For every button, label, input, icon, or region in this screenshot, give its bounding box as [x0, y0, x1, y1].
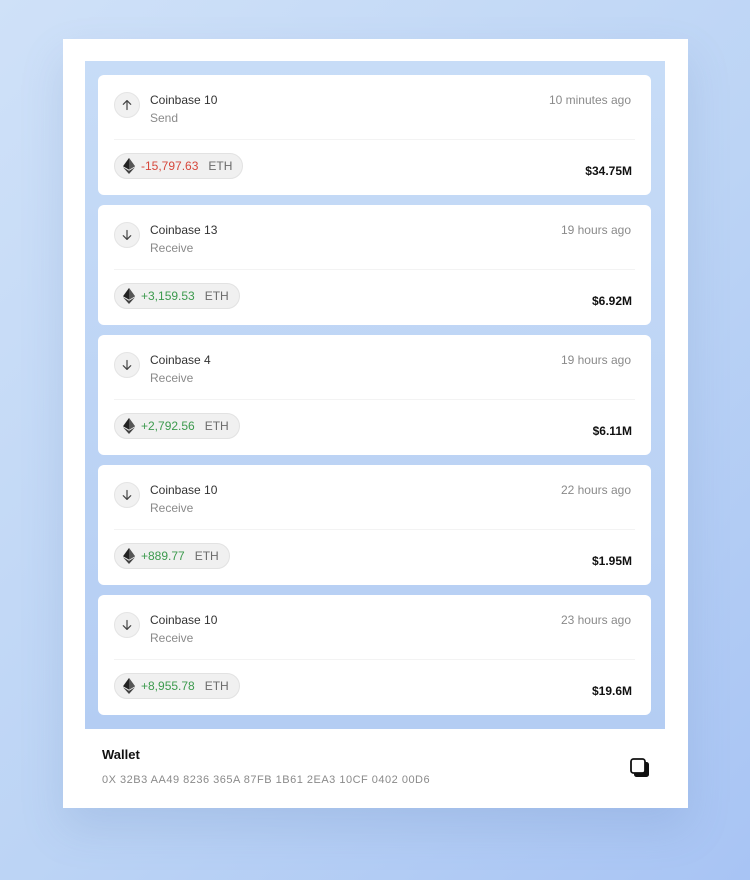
- usd-value: $6.92M: [591, 294, 632, 308]
- token-amount: +8,955.78: [141, 679, 195, 693]
- usd-value: $19.6M: [591, 684, 632, 698]
- transaction-counterparty: Coinbase 13: [150, 223, 218, 237]
- divider: [114, 139, 635, 140]
- token-amount-pill: +3,159.53 ETH: [114, 283, 240, 309]
- token-unit: ETH: [204, 289, 229, 303]
- arrow-down-icon: [114, 612, 140, 638]
- transaction-time: 19 hours ago: [560, 223, 631, 237]
- token-amount: -15,797.63: [141, 159, 199, 173]
- transaction-time: 23 hours ago: [560, 613, 631, 627]
- divider: [114, 529, 635, 530]
- transaction-card[interactable]: Coinbase 10 Receive 23 hours ago +8,955.…: [98, 595, 651, 715]
- transaction-counterparty: Coinbase 4: [150, 353, 211, 367]
- transaction-type: Receive: [150, 631, 194, 645]
- divider: [114, 399, 635, 400]
- arrow-up-icon: [114, 92, 140, 118]
- ethereum-icon: [123, 158, 135, 174]
- wallet-section: Wallet 0X 32B3 AA49 8236 365A 87FB 1B61 …: [102, 747, 651, 803]
- token-amount-pill: +2,792.56 ETH: [114, 413, 240, 439]
- transaction-feed: Coinbase 10 Send 10 minutes ago -15,797.…: [85, 61, 665, 729]
- wallet-address: 0X 32B3 AA49 8236 365A 87FB 1B61 2EA3 10…: [102, 774, 431, 786]
- transaction-time: 19 hours ago: [560, 353, 631, 367]
- transaction-counterparty: Coinbase 10: [150, 613, 218, 627]
- token-unit: ETH: [208, 159, 233, 173]
- usd-value: $1.95M: [591, 554, 632, 568]
- ethereum-icon: [123, 288, 135, 304]
- arrow-down-icon: [114, 352, 140, 378]
- token-amount: +3,159.53: [141, 289, 195, 303]
- ethereum-icon: [123, 678, 135, 694]
- transaction-counterparty: Coinbase 10: [150, 93, 218, 107]
- wallet-title: Wallet: [102, 747, 140, 762]
- copy-icon[interactable]: [629, 757, 651, 779]
- divider: [114, 659, 635, 660]
- transaction-type: Send: [150, 111, 179, 125]
- transaction-time: 10 minutes ago: [548, 93, 631, 107]
- transaction-card[interactable]: Coinbase 4 Receive 19 hours ago +2,792.5…: [98, 335, 651, 455]
- usd-value: $34.75M: [585, 164, 632, 178]
- transaction-card[interactable]: Coinbase 10 Send 10 minutes ago -15,797.…: [98, 75, 651, 195]
- transaction-type: Receive: [150, 241, 194, 255]
- transaction-type: Receive: [150, 371, 194, 385]
- token-amount-pill: +8,955.78 ETH: [114, 673, 240, 699]
- usd-value: $6.11M: [592, 424, 632, 438]
- transaction-time: 22 hours ago: [560, 483, 631, 497]
- token-unit: ETH: [194, 549, 219, 563]
- token-amount: +889.77: [141, 549, 185, 563]
- token-amount: +2,792.56: [141, 419, 195, 433]
- divider: [114, 269, 635, 270]
- token-unit: ETH: [204, 419, 229, 433]
- token-amount-pill: +889.77 ETH: [114, 543, 230, 569]
- arrow-down-icon: [114, 482, 140, 508]
- arrow-down-icon: [114, 222, 140, 248]
- ethereum-icon: [123, 418, 135, 434]
- transaction-card[interactable]: Coinbase 13 Receive 19 hours ago +3,159.…: [98, 205, 651, 325]
- token-amount-pill: -15,797.63 ETH: [114, 153, 244, 179]
- transaction-counterparty: Coinbase 10: [150, 483, 218, 497]
- wallet-panel: Coinbase 10 Send 10 minutes ago -15,797.…: [63, 39, 688, 808]
- transaction-type: Receive: [150, 501, 194, 515]
- transaction-card[interactable]: Coinbase 10 Receive 22 hours ago +889.77…: [98, 465, 651, 585]
- token-unit: ETH: [204, 679, 229, 693]
- ethereum-icon: [123, 548, 135, 564]
